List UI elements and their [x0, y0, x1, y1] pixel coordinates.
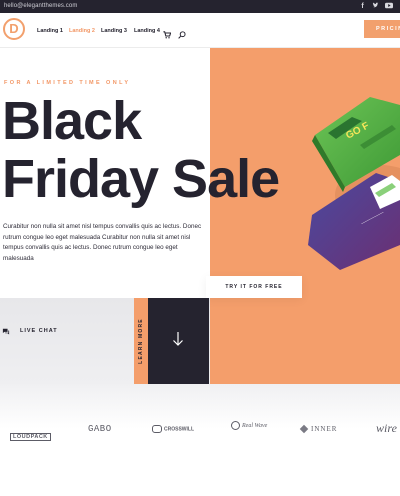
partner-logo-wire: wire: [376, 421, 397, 435]
chat-bubble-icon: [2, 322, 10, 340]
partner-name: INNER: [311, 425, 338, 433]
twitter-icon[interactable]: [371, 2, 380, 11]
partner-logo-inner: INNER: [299, 425, 338, 434]
crosswill-mark-icon: [152, 425, 162, 433]
cart-icon[interactable]: [163, 26, 172, 44]
youtube-icon[interactable]: [384, 2, 393, 11]
partner-logo-real-wave: Real Wave: [231, 421, 268, 430]
pricing-button[interactable]: PRICIN: [364, 20, 400, 38]
live-chat-button[interactable]: LIVE CHAT: [2, 322, 58, 340]
arrow-down-icon: [172, 331, 184, 352]
live-chat-label: LIVE CHAT: [20, 328, 58, 334]
partner-logo-crosswill: CROSSWILL: [152, 425, 194, 433]
search-icon[interactable]: [178, 26, 186, 44]
headline-line-2: Friday Sale: [2, 149, 280, 209]
facebook-icon[interactable]: f: [358, 2, 367, 11]
partner-logo-loudpack: LOUDPACK: [10, 425, 51, 443]
site-header: D Landing 1 Landing 2 Landing 3 Landing …: [0, 13, 400, 48]
try-it-free-button[interactable]: TRY IT FOR FREE: [206, 276, 302, 298]
top-bar: hello@elegantthemes.com f: [0, 0, 400, 13]
site-logo[interactable]: D: [3, 18, 25, 40]
partner-name: Real Wave: [242, 422, 268, 429]
nav-landing-1[interactable]: Landing 1: [37, 28, 63, 34]
nav-landing-4[interactable]: Landing 4: [134, 28, 160, 34]
partner-name: LOUDPACK: [10, 433, 51, 441]
partner-name: CROSSWILL: [164, 426, 194, 433]
nav-landing-3[interactable]: Landing 3: [101, 28, 127, 34]
scroll-down-button[interactable]: [148, 298, 209, 384]
diamond-mark-icon: [299, 425, 309, 434]
contact-email[interactable]: hello@elegantthemes.com: [4, 3, 77, 9]
nav-landing-2[interactable]: Landing 2: [69, 28, 95, 34]
learn-more-tab[interactable]: LEARN MORE: [134, 298, 148, 384]
hero-description: Curabitur non nulla sit amet nisl tempus…: [3, 223, 202, 262]
hero-kicker: FOR A LIMITED TIME ONLY: [4, 80, 131, 86]
partners-section: [0, 384, 400, 496]
wave-mark-icon: [231, 421, 240, 430]
hero-headline: Black Friday Sale: [2, 92, 332, 208]
headline-line-1: Black: [2, 91, 142, 151]
learn-more-label: LEARN MORE: [138, 318, 144, 364]
partner-logo-gabo: GABO: [88, 424, 112, 434]
